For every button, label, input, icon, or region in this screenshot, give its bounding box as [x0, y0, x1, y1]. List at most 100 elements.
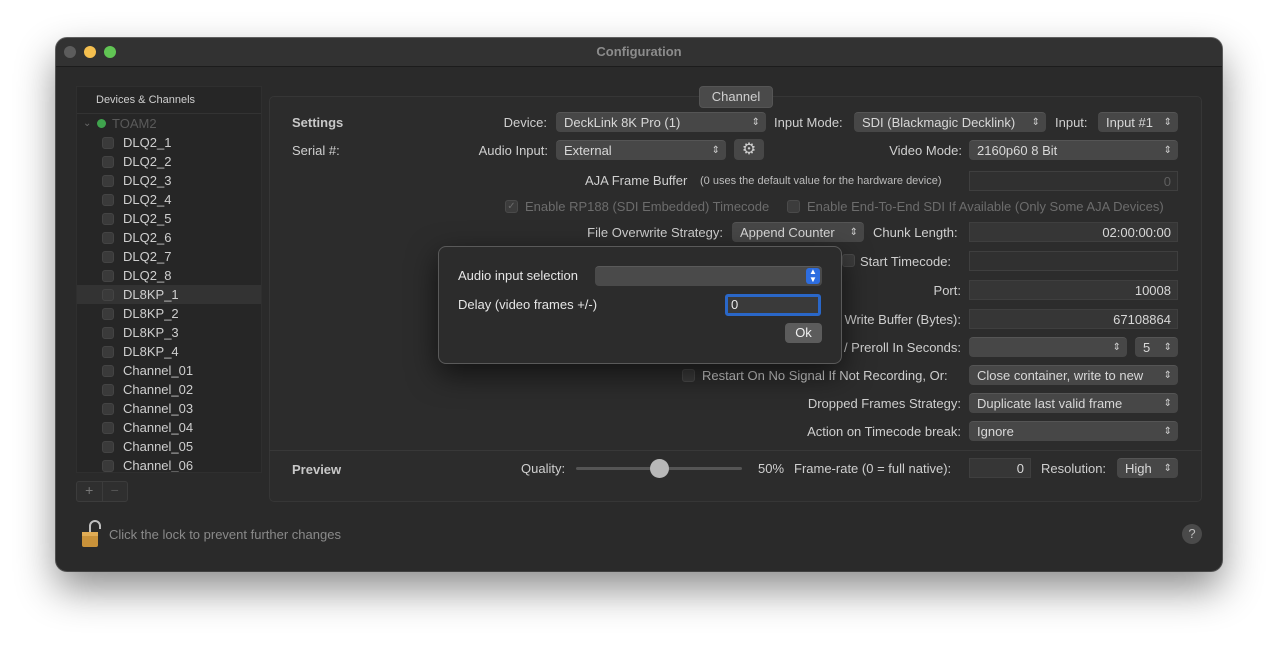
list-item[interactable]: DL8KP_2 [77, 304, 261, 323]
channel-enable-checkbox[interactable] [102, 174, 114, 187]
video-mode-select[interactable]: 2160p60 8 Bit ⇕ [969, 140, 1178, 160]
audio-input-selection-select[interactable]: ▲ ▼ [595, 266, 822, 286]
updown-chevron-icon: ⇕ [849, 227, 858, 238]
channel-enable-checkbox[interactable] [102, 345, 114, 358]
overwrite-strategy-select[interactable]: Append Counter ⇕ [732, 222, 864, 242]
input-mode-select-value: SDI (Blackmagic Decklink) [862, 115, 1016, 130]
input-select[interactable]: Input #1 ⇕ [1098, 112, 1178, 132]
channel-enable-checkbox[interactable] [102, 307, 114, 320]
start-timecode-field[interactable] [969, 251, 1178, 271]
channel-enable-checkbox[interactable] [102, 383, 114, 396]
channel-enable-checkbox[interactable] [102, 269, 114, 282]
delay-input[interactable]: 0 [725, 294, 821, 316]
framerate-field[interactable]: 0 [969, 458, 1031, 478]
aja-frame-buffer-label: AJA Frame Buffer [585, 173, 688, 188]
list-item-label: Channel_01 [123, 363, 194, 378]
restart-action-value: Close container, write to new [977, 368, 1144, 383]
list-item[interactable]: DLQ2_1 [77, 133, 261, 152]
dropped-frames-value: Duplicate last valid frame [977, 396, 1123, 411]
audio-input-select[interactable]: External ⇕ [556, 140, 726, 160]
list-item[interactable]: DLQ2_2 [77, 152, 261, 171]
input-label: Input: [1055, 115, 1088, 130]
video-mode-label: Video Mode: [889, 143, 962, 158]
list-item[interactable]: DLQ2_6 [77, 228, 261, 247]
unlocked-lock-icon[interactable] [81, 520, 101, 548]
channel-enable-checkbox[interactable] [102, 193, 114, 206]
list-item-label: DL8KP_1 [123, 287, 179, 302]
chunk-length-field[interactable]: 02:00:00:00 [969, 222, 1178, 242]
channel-enable-checkbox[interactable] [102, 402, 114, 415]
audio-settings-gear-button[interactable]: ⚙ [734, 139, 764, 160]
preroll-seconds-select[interactable]: 5 ⇕ [1135, 337, 1178, 357]
list-item[interactable]: Channel_03 [77, 399, 261, 418]
write-buffer-field[interactable]: 67108864 [969, 309, 1178, 329]
end-to-end-label: Enable End-To-End SDI If Available (Only… [807, 199, 1164, 214]
channel-enable-checkbox[interactable] [102, 459, 114, 472]
list-item[interactable]: DLQ2_7 [77, 247, 261, 266]
add-channel-button[interactable]: + [77, 482, 102, 501]
port-field[interactable]: 10008 [969, 280, 1178, 300]
tree-root-toam2[interactable]: ⌄ TOAM2 [77, 114, 261, 133]
list-item[interactable]: DLQ2_8 [77, 266, 261, 285]
updown-chevron-icon: ⇕ [1163, 370, 1172, 381]
updown-chevron-icon: ⇕ [751, 117, 760, 128]
tree-root-label: TOAM2 [112, 116, 157, 131]
list-item[interactable]: Channel_02 [77, 380, 261, 399]
preview-heading: Preview [292, 462, 342, 477]
channel-list: DLQ2_1 DLQ2_2 DLQ2_3 DLQ2_4 DLQ2_5 DLQ2_6 DLQ2… [77, 133, 261, 473]
ok-button[interactable]: Ok [785, 323, 822, 343]
audio-input-selection-label: Audio input selection [458, 268, 578, 283]
channel-enable-checkbox[interactable] [102, 250, 114, 263]
restart-action-select[interactable]: Close container, write to new ⇕ [969, 365, 1178, 385]
remove-channel-button[interactable]: − [101, 482, 128, 501]
channel-enable-checkbox[interactable] [102, 212, 114, 225]
restart-on-no-signal-checkbox[interactable] [682, 369, 695, 382]
video-mode-select-value: 2160p60 8 Bit [977, 143, 1058, 158]
chevron-down-icon[interactable]: ⌄ [83, 114, 95, 133]
channel-enable-checkbox[interactable] [102, 155, 114, 168]
input-mode-select[interactable]: SDI (Blackmagic Decklink) ⇕ [854, 112, 1046, 132]
list-item-label: DL8KP_4 [123, 344, 179, 359]
resolution-select[interactable]: High ⇕ [1117, 458, 1178, 478]
end-to-end-checkbox[interactable] [787, 200, 800, 213]
serial-label: Serial #: [292, 143, 340, 158]
aja-frame-buffer-field[interactable]: 0 [969, 171, 1178, 191]
list-item[interactable]: Channel_04 [77, 418, 261, 437]
list-item[interactable]: DLQ2_4 [77, 190, 261, 209]
channel-enable-checkbox[interactable] [102, 231, 114, 244]
lock-hint-text: Click the lock to prevent further change… [109, 527, 341, 542]
channel-enable-checkbox[interactable] [102, 440, 114, 453]
help-button[interactable]: ? [1182, 524, 1202, 544]
list-item[interactable]: DL8KP_4 [77, 342, 261, 361]
preroll-source-select[interactable]: ⇕ [969, 337, 1127, 357]
list-item[interactable]: Channel_06 [77, 456, 261, 473]
list-item[interactable]: DL8KP_1 [77, 285, 261, 304]
device-select[interactable]: DeckLink 8K Pro (1) ⇕ [556, 112, 766, 132]
rp188-checkbox[interactable]: ✓ [505, 200, 518, 213]
chunk-length-label: Chunk Length: [873, 225, 958, 240]
list-item-label: Channel_06 [123, 458, 194, 473]
updown-chevron-icon: ▲ ▼ [806, 268, 820, 284]
channel-enable-checkbox[interactable] [102, 364, 114, 377]
list-item[interactable]: Channel_01 [77, 361, 261, 380]
status-dot-icon [97, 119, 106, 128]
list-item[interactable]: Channel_05 [77, 437, 261, 456]
start-timecode-checkbox[interactable] [842, 254, 855, 267]
timecode-break-select[interactable]: Ignore ⇕ [969, 421, 1178, 441]
list-item[interactable]: DLQ2_5 [77, 209, 261, 228]
channel-enable-checkbox[interactable] [102, 288, 114, 301]
tab-channel[interactable]: Channel [699, 86, 773, 108]
list-item[interactable]: DL8KP_3 [77, 323, 261, 342]
quality-slider-knob[interactable] [649, 459, 669, 478]
channel-enable-checkbox[interactable] [102, 326, 114, 339]
quality-label: Quality: [521, 461, 566, 476]
dropped-frames-select[interactable]: Duplicate last valid frame ⇕ [969, 393, 1178, 413]
channel-enable-checkbox[interactable] [102, 421, 114, 434]
updown-chevron-icon: ⇕ [1163, 463, 1172, 474]
list-item[interactable]: DLQ2_3 [77, 171, 261, 190]
input-select-value: Input #1 [1106, 115, 1153, 130]
channel-enable-checkbox[interactable] [102, 136, 114, 149]
gear-icon: ⚙ [741, 141, 757, 158]
resolution-value: High [1125, 461, 1152, 476]
audio-input-select-value: External [564, 143, 612, 158]
